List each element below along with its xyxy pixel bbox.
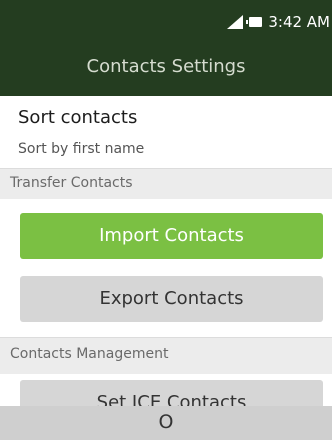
- status-bar: 3:42 AM: [0, 0, 332, 42]
- clock: 3:42 AM: [268, 13, 330, 31]
- sort-contacts-title[interactable]: Sort contacts: [18, 107, 137, 128]
- softkey-bar: O: [0, 406, 332, 440]
- import-contacts-button[interactable]: Import Contacts: [20, 213, 323, 259]
- status-icons: 3:42 AM: [227, 13, 330, 31]
- page-title: Contacts Settings: [86, 56, 246, 77]
- section-header-transfer: Transfer Contacts: [0, 168, 332, 199]
- app-header: Contacts Settings: [0, 42, 332, 96]
- sort-contacts-value: Sort by first name: [18, 141, 145, 157]
- export-contacts-button[interactable]: Export Contacts: [20, 276, 323, 322]
- section-label: Contacts Management: [10, 346, 169, 362]
- center-softkey[interactable]: O: [0, 411, 332, 433]
- signal-icon: [227, 15, 244, 29]
- battery-icon: [246, 17, 263, 27]
- section-header-management: Contacts Management: [0, 337, 332, 374]
- section-label: Transfer Contacts: [10, 175, 133, 191]
